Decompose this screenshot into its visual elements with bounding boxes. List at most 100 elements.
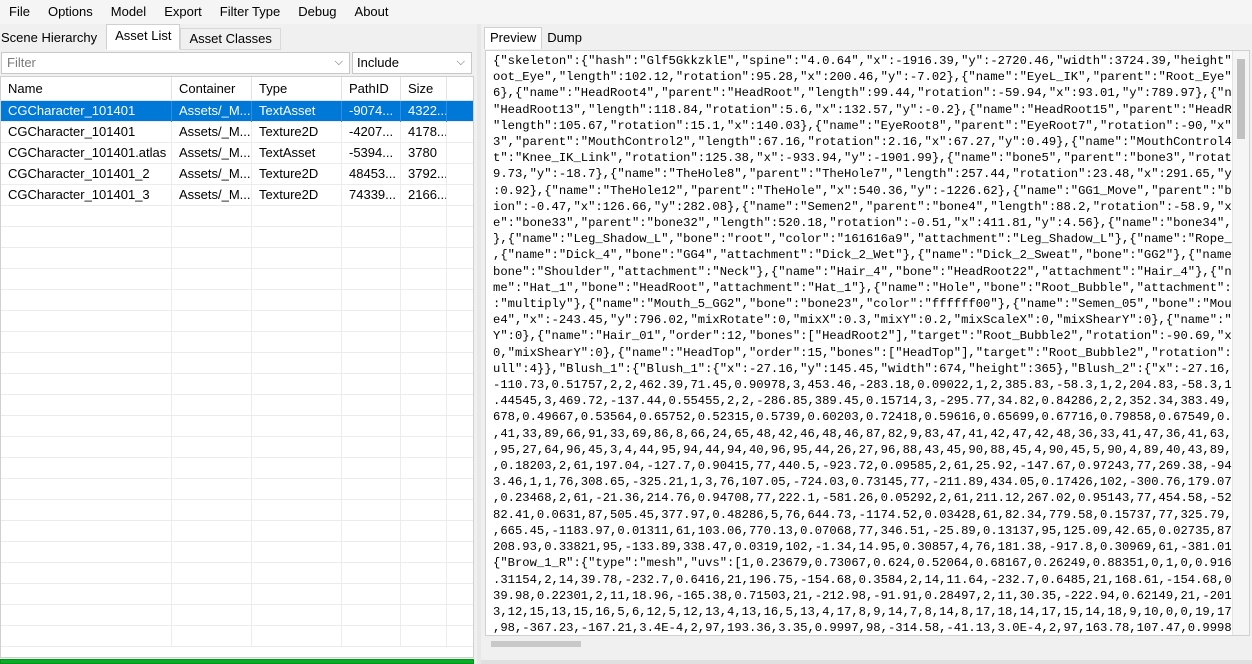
tab-asset-classes[interactable]: Asset Classes — [180, 28, 281, 50]
progress-bar — [0, 659, 474, 664]
empty-cell — [401, 605, 447, 626]
empty-cell — [252, 206, 342, 227]
empty-row — [1, 542, 473, 563]
cell-type: Texture2D — [252, 185, 342, 206]
cell-container: Assets/_M... — [172, 101, 252, 122]
preview-line: t":"Knee_IK_Link","rotation":125.38,"x":… — [493, 151, 1233, 166]
menu-file[interactable]: File — [0, 0, 39, 24]
column-header-size[interactable]: Size — [401, 77, 447, 101]
empty-cell — [1, 437, 172, 458]
empty-cell — [342, 269, 401, 290]
cell-size: 3780 — [401, 143, 447, 164]
asset-table: Name Container Type PathID Size CGCharac… — [0, 76, 474, 658]
tab-scene-hierarchy[interactable]: Scene Hierarchy — [0, 26, 106, 50]
column-header-type[interactable]: Type — [252, 77, 342, 101]
cell-name: CGCharacter_101401 — [1, 101, 172, 122]
table-row[interactable]: CGCharacter_101401 Assets/_M... TextAsse… — [1, 101, 473, 122]
empty-cell — [342, 332, 401, 353]
column-header-name[interactable]: Name — [1, 77, 172, 101]
empty-cell — [401, 248, 447, 269]
empty-cell — [172, 269, 252, 290]
empty-cell — [342, 290, 401, 311]
preview-line: .31154,2,14,39.78,-232.7,0.6416,21,196.7… — [493, 572, 1233, 587]
right-panel: Preview Dump {"skeleton":{"hash":"Glf5Gk… — [481, 24, 1252, 664]
menu-about[interactable]: About — [346, 0, 398, 24]
empty-cell — [172, 374, 252, 395]
preview-line: ,0.18203,2,61,197.04,-127.7,0.90415,77,4… — [493, 459, 1233, 474]
cell-name: CGCharacter_101401_3 — [1, 185, 172, 206]
include-select[interactable]: Include ⌵ — [352, 52, 472, 74]
preview-line: :0.92},{"name":"TheHole12","parent":"The… — [493, 183, 1233, 198]
empty-cell — [1, 353, 172, 374]
preview-line: -110.73,0.51757,2,2,462.39,71.45,0.90978… — [493, 378, 1233, 393]
empty-cell — [342, 416, 401, 437]
table-row[interactable]: CGCharacter_101401 Assets/_M... Texture2… — [1, 122, 473, 143]
empty-row — [1, 521, 473, 542]
chevron-down-icon[interactable]: ⌵ — [335, 56, 343, 69]
empty-cell — [342, 437, 401, 458]
empty-cell — [252, 605, 342, 626]
column-header-container[interactable]: Container — [172, 77, 252, 101]
preview-line: oot_Eye","length":102.12,"rotation":95.2… — [493, 70, 1233, 85]
table-row[interactable]: CGCharacter_101401.atlas Assets/_M... Te… — [1, 143, 473, 164]
empty-cell — [172, 437, 252, 458]
empty-cell — [401, 500, 447, 521]
empty-cell — [172, 479, 252, 500]
menu-model[interactable]: Model — [102, 0, 155, 24]
chevron-down-icon[interactable]: ⌵ — [457, 56, 465, 69]
menu-debug[interactable]: Debug — [289, 0, 345, 24]
preview-line: me":"Hat_1","bone":"HeadRoot","attachmen… — [493, 280, 1233, 295]
cell-pathid: -9074... — [342, 101, 401, 122]
scroll-thumb[interactable] — [1237, 59, 1245, 139]
empty-cell — [172, 584, 252, 605]
empty-cell — [1, 395, 172, 416]
tab-asset-list[interactable]: Asset List — [106, 24, 181, 50]
preview-text-area[interactable]: {"skeleton":{"hash":"Glf5GkkzklE","spine… — [485, 50, 1250, 636]
empty-cell — [252, 227, 342, 248]
preview-line: 3.46,1,1,76,308.65,-325.21,1,3,76,107.05… — [493, 475, 1233, 490]
menu-export[interactable]: Export — [155, 0, 211, 24]
empty-cell — [401, 521, 447, 542]
empty-cell — [1, 374, 172, 395]
menu-filter-type[interactable]: Filter Type — [211, 0, 289, 24]
empty-cell — [172, 605, 252, 626]
filter-input[interactable]: Filter ⌵ — [1, 52, 350, 74]
tab-preview[interactable]: Preview — [484, 27, 543, 49]
empty-cell — [342, 395, 401, 416]
empty-cell — [252, 500, 342, 521]
empty-row — [1, 353, 473, 374]
cell-type: TextAsset — [252, 143, 342, 164]
scroll-thumb[interactable] — [491, 641, 581, 647]
horizontal-scrollbar[interactable] — [485, 637, 1250, 651]
column-header-pathid[interactable]: PathID — [342, 77, 401, 101]
menu-options[interactable]: Options — [39, 0, 102, 24]
empty-cell — [342, 500, 401, 521]
empty-cell — [401, 374, 447, 395]
empty-cell — [401, 479, 447, 500]
vertical-scrollbar[interactable] — [1232, 51, 1249, 635]
empty-cell — [401, 437, 447, 458]
preview-line: },{"name":"Leg_Shadow_L","bone":"root","… — [493, 232, 1233, 247]
empty-cell — [342, 458, 401, 479]
empty-cell — [1, 248, 172, 269]
empty-cell — [1, 227, 172, 248]
cell-type: TextAsset — [252, 101, 342, 122]
empty-cell — [252, 626, 342, 647]
empty-cell — [401, 353, 447, 374]
preview-line: ,{"name":"Dick_4","bone":"GG4","attachme… — [493, 248, 1233, 263]
table-row[interactable]: CGCharacter_101401_2 Assets/_M... Textur… — [1, 164, 473, 185]
preview-line: ,0.23468,2,61,-21.36,214.76,0.94708,77,2… — [493, 491, 1233, 506]
cell-size: 3792... — [401, 164, 447, 185]
tab-dump[interactable]: Dump — [542, 29, 587, 49]
table-row[interactable]: CGCharacter_101401_3 Assets/_M... Textur… — [1, 185, 473, 206]
empty-cell — [342, 248, 401, 269]
preview-line: 39.98,0.22301,2,11,18.96,-165.38,0.71503… — [493, 588, 1233, 603]
empty-row — [1, 227, 473, 248]
empty-cell — [342, 521, 401, 542]
empty-cell — [172, 311, 252, 332]
empty-row — [1, 206, 473, 227]
preview-line: ull":4}},"Blush_1":{"Blush_1":{"x":-27.1… — [493, 361, 1233, 376]
empty-row — [1, 290, 473, 311]
empty-cell — [342, 584, 401, 605]
cell-container: Assets/_M... — [172, 122, 252, 143]
